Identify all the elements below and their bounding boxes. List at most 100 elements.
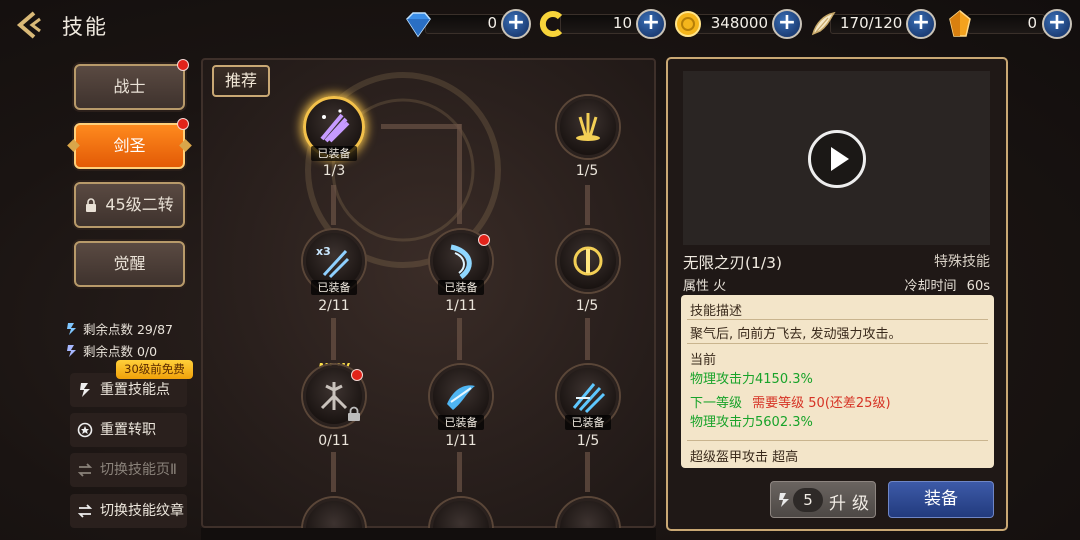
tree-connector	[331, 452, 336, 492]
next-level-label: 下一等级	[690, 396, 743, 411]
play-button[interactable]	[808, 130, 866, 188]
add-wing-button[interactable]: +	[906, 9, 936, 39]
skill-level: 1/5	[576, 433, 600, 449]
notification-dot	[351, 369, 363, 381]
next-level-requirement: 需要等级 50(还差25级)	[752, 396, 891, 411]
remaining-points-text: 剩余点数 29/87	[82, 322, 173, 337]
c-coin-value: 10	[612, 14, 632, 32]
upgrade-label: 升级	[829, 494, 875, 514]
skill-golden-sword[interactable]	[557, 230, 619, 292]
class-tab-label: 战士	[113, 77, 146, 96]
current-header: 当前	[690, 353, 717, 368]
add-c-coin-button[interactable]: +	[636, 9, 666, 39]
description-text: 聚气后, 向前方飞去, 发动强力攻击。	[690, 327, 902, 342]
skill-point-icon	[779, 493, 789, 507]
reset-job-icon	[77, 422, 93, 438]
switch-skill-glyph-button[interactable]: 切换技能纹章	[70, 494, 187, 528]
purple-sword-icon	[320, 109, 350, 143]
equipped-tag: 已装备	[438, 415, 484, 430]
equipped-tag: 已装备	[311, 280, 357, 295]
tree-connector	[331, 318, 336, 360]
skill-level: 1/11	[445, 433, 477, 449]
cooldown-value: 60s	[966, 279, 990, 294]
skill-level: 1/5	[575, 298, 599, 314]
switch-skill-page-label: 切换技能页Ⅱ	[100, 462, 177, 478]
skill-level: 1/5	[575, 163, 599, 179]
equip-button[interactable]: 装备	[888, 481, 994, 518]
super-armor-text: 超级盔甲攻击 超高	[690, 450, 799, 465]
class-tab-label: 剑圣	[113, 136, 146, 155]
back-arrow-icon	[16, 11, 41, 39]
tree-connector	[585, 452, 590, 492]
triple-blade-icon	[576, 113, 600, 141]
add-crystal-button[interactable]: +	[1042, 9, 1072, 39]
class-tab-awakening[interactable]: 觉醒	[74, 241, 185, 287]
gold-value: 348000	[710, 14, 768, 32]
divider	[687, 319, 988, 320]
free-before-30-badge: 30级前免费	[116, 360, 193, 379]
notification-dot	[177, 59, 189, 71]
back-button[interactable]	[14, 9, 46, 41]
diamond-value: 0	[487, 14, 497, 32]
add-diamond-button[interactable]: +	[501, 9, 531, 39]
reset-skill-points-label: 重置技能点	[100, 382, 170, 398]
tree-connector	[331, 185, 336, 225]
class-tab-warrior[interactable]: 战士	[74, 64, 185, 110]
orange-crystal-icon	[949, 10, 971, 37]
skill-point-icon	[67, 323, 76, 335]
crescent-slash-icon	[450, 244, 472, 280]
skill-top-right[interactable]	[557, 96, 619, 158]
reset-points-icon	[80, 383, 90, 397]
page-title: 技能	[62, 15, 108, 39]
remaining-points-2-text: 剩余点数 0/0	[82, 344, 158, 359]
divider	[687, 343, 988, 344]
tree-connector	[457, 452, 462, 492]
skill-attribute: 属性 火	[683, 279, 727, 294]
skill-level: 1/11	[445, 298, 477, 314]
skill-level: 1/3	[322, 163, 346, 179]
recommend-button[interactable]: 推荐	[212, 65, 270, 97]
wing-value: 170/120	[840, 14, 903, 32]
tree-connector	[381, 124, 461, 129]
skill-level: 0/11	[318, 433, 350, 449]
switch-arrows-icon	[77, 504, 93, 518]
class-tab-label: 45级二转	[105, 195, 174, 214]
lock-icon	[86, 198, 97, 212]
wing-feather-icon	[811, 11, 836, 36]
x3-slash-icon: x3	[316, 245, 350, 279]
play-icon	[831, 147, 849, 171]
upgrade-button[interactable]: 5 升级	[770, 481, 876, 518]
skill-description-box: 技能描述 聚气后, 向前方飞去, 发动强力攻击。 当前 物理攻击力4150.3%…	[681, 295, 994, 468]
svg-text:x3: x3	[316, 245, 331, 258]
cooldown-label: 冷却时间	[904, 279, 957, 294]
notification-dot	[177, 118, 189, 130]
wave-strike-icon	[447, 385, 475, 410]
tree-bottom-mask	[201, 528, 656, 540]
skill-lock-icon	[348, 406, 360, 421]
remaining-points: 剩余点数 29/87	[65, 319, 173, 338]
crystal-value: 0	[1027, 14, 1037, 32]
current-value: 物理攻击力4150.3%	[690, 372, 813, 387]
class-tab-second-job[interactable]: 45级二转	[74, 182, 185, 228]
golden-sword-icon	[573, 246, 603, 276]
class-tab-label: 觉醒	[113, 254, 146, 273]
equipped-tag: 已装备	[438, 280, 484, 295]
skill-type: 特殊技能	[934, 254, 990, 270]
switch-skill-glyph-label: 切换技能纹章	[100, 503, 184, 519]
notification-dot	[478, 234, 490, 246]
tree-connector	[457, 318, 462, 360]
description-header: 技能描述	[690, 304, 743, 319]
top-bar: 技能 0 + 10 + 348000 + 170/120 + 0 +	[0, 0, 1080, 50]
yellow-c-coin-icon	[539, 11, 563, 37]
skill-name: 无限之刃(1/3)	[683, 254, 783, 272]
add-gold-button[interactable]: +	[772, 9, 802, 39]
equipped-tag: 已装备	[311, 146, 357, 161]
skill-point-alt-icon	[67, 345, 76, 357]
skill-cooldown: 冷却时间 60s	[905, 275, 990, 294]
multi-sword-icon	[572, 383, 606, 414]
blue-diamond-icon	[406, 12, 431, 38]
switch-skill-page-button[interactable]: 切换技能页Ⅱ	[70, 453, 187, 487]
reset-job-button[interactable]: 重置转职	[70, 413, 187, 447]
gold-coin-icon	[675, 11, 701, 37]
class-tab-sword-master[interactable]: 剑圣	[74, 123, 185, 169]
